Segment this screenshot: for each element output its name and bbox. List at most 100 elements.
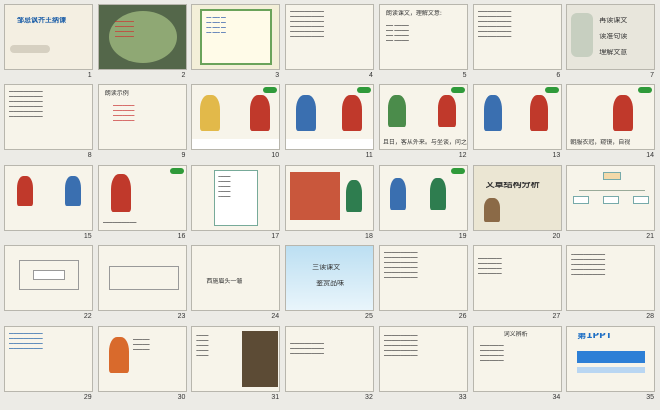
slide-thumbnail[interactable] [472,84,562,151]
slide-cell[interactable]: ━━━━━━━━━━━━━━━━━━━━━━━━━━━━━━━━━━━━━━━━… [285,325,375,406]
slide-number: 29 [83,393,92,401]
slide-cell[interactable]: ━━━━━━━━━━━━━━ 16 [97,164,188,245]
slide-thumbnail[interactable]: 三读课文 鉴赏品味 [285,245,375,312]
slide-cell[interactable]: 邹忌讽齐王纳谏 1 [4,4,94,84]
slide-cell[interactable]: 21 [566,164,656,245]
slide-number: 34 [552,393,561,401]
diagram-node [573,195,590,204]
slide-thumbnail[interactable]: 朗读示例 ━━━━━━━━━ ━━━━━━━━━ ━━━━━━━━━ ━━━━━━━━… [97,84,187,151]
slide-cell[interactable]: ━━━━━━━━━━━━━━━━━━━━━━━━━━━━━━━━━━━━━━━━… [566,245,656,325]
body-text: ━━━ ━━━━━━ ━━━ ━━━━━━ ━━━ ━━━━━━ ━━━ ━━━━━━ [385,23,409,43]
slide-title: 词义辨析 [503,330,528,338]
slide-cell[interactable]: ━━━━━━━━━━━━━━━━━━━━━━━━━━━━━━━━━━━━━━━━… [472,245,563,325]
ppt-logo-icon [450,87,465,94]
slide-thumbnail[interactable]: 邹忌讽齐王纳谏 [4,4,93,70]
slide-thumbnail[interactable]: ━━━━━━━ ━━━━━━━ ━━━━━━━ [97,325,187,392]
slide-number: 18 [365,232,373,240]
slide-cell[interactable]: ━━━━━━━━━━━━━━━━━━━━━━━━━━━━━━━━━━━━━━━━… [4,325,94,406]
slide-thumbnail[interactable]: ━━━━━━━━━━━━━━ ━━━━━━━━━━━━━━ ━━━━━━━━━━━━… [285,4,375,70]
slide-number: 19 [458,232,467,240]
slide-thumbnail[interactable] [4,245,93,312]
slide-thumbnail[interactable]: 朝服衣冠，窥镜，自视 [566,84,656,151]
slide-line-1: 三读课文 [312,264,341,272]
slide-cell[interactable]: ━━━━━━━━━━━━━━━━━━━━━━━━━━━━━━━━━━━━━━━━… [378,245,469,325]
slide-number: 28 [646,313,654,321]
slide-number: 1 [87,72,92,79]
slide-thumbnail[interactable]: 词义辨析 ━━━━━━━━━━ ━━━━━━━━━━ ━━━━━━━━━━ ━━━━━… [472,325,562,392]
slide-thumbnail[interactable]: ━━━━━ ━━━━━ ━━━━━ ━━━━━ ━━━━━ [191,325,281,392]
slide-thumbnail[interactable] [566,164,656,231]
figure-illustration [429,177,446,210]
slide-number: 35 [646,393,654,401]
slide-cell[interactable]: ━━━━━━━━ ━━━━━━━━ ━━━━━━━━ ━━━━━━━━ 2 [97,4,188,84]
slide-cell[interactable]: 西施眉头一皱 24 [191,245,281,325]
slide-thumbnail[interactable]: ━━━━━━━━━━━━━━ ━━━━━━━━━━━━━━ ━━━━━━━━━━━━… [285,325,375,392]
diagram-connector [579,189,646,191]
slide-cell[interactable]: 词义辨析 ━━━━━━━━━━ ━━━━━━━━━━ ━━━━━━━━━━ ━━━━━… [472,325,563,406]
slide-number: 4 [368,72,373,79]
slide-cell[interactable]: ━━━━━━━━━━━━━━━━━━━━━━━━━━━━━━━━━━━━━━━━… [378,325,469,406]
slide-thumbnail[interactable]: ━━━━━━━━━━━━━━ ━━━━━━━━━━━━━━ ━━━━━━━━━━━━… [566,245,656,312]
slide-thumbnail[interactable]: 且日，客从外来。与坐谈，问之 [378,84,468,151]
slide-cell[interactable]: 11 [285,84,375,164]
slide-cell[interactable]: ━━━━━ ━━━━━ ━━━━━ ━━━━━ ━━━━━ 31 [191,325,281,406]
slide-cell[interactable]: 15 [4,164,94,245]
slide-cell[interactable]: ━━━━━━━━━━━━━━━━━━━━━━━━━━━━━━━━━━━━━━━━… [285,4,375,84]
slide-number: 11 [365,152,373,160]
slide-cell[interactable]: 13 [472,84,563,164]
ppt-logo-icon [263,87,278,94]
slide-thumbnail[interactable]: 第1PPT [566,325,656,392]
slide-thumbnail[interactable]: ━━ ━━━ ━━ ━━ ━━━ ━━ ━━ ━━━ ━━ ━━ ━━━ ━━ [191,4,281,70]
slide-number: 13 [552,152,561,160]
slide-thumbnail[interactable] [97,245,187,312]
slide-cell[interactable]: 23 [97,245,188,325]
figure-illustration [17,175,33,206]
poem-text: ━━━━━━━━ ━━━━━━━━ ━━━━━━━━ ━━━━━━━━ [114,19,134,39]
slide-thumbnail[interactable] [378,164,468,231]
slide-thumbnail[interactable] [4,164,93,231]
slide-thumbnail[interactable]: ━━━━━━━━━━━━━━ ━━━━━━━━━━━━━━ ━━━━━━━━━━━━… [4,84,93,151]
slide-line-2: 读准句读 [599,33,628,40]
slide-thumbnail[interactable]: ━━━━━━━━━━━━━━ ━━━━━━━━━━━━━━ ━━━━━━━━━━━━… [472,4,562,70]
slide-cell[interactable]: ━━━━━━━━━━━━━━━━━━━━━━━━━━━━━━━━━━━━━━━━… [4,84,94,164]
slide-thumbnail[interactable]: ━━━━━ ━━━━━ ━━━━━ ━━━━━ ━━━━━ [191,164,281,231]
slide-cell[interactable]: 朗读课文，理解文意: ━━━ ━━━━━━ ━━━ ━━━━━━ ━━━ ━━━━━… [378,4,469,84]
slide-thumbnail[interactable]: 再读课文 读准句读 理解文意 [566,4,656,70]
slide-thumbnail[interactable]: 西施眉头一皱 [191,245,281,312]
slide-number: 15 [83,232,92,240]
slide-cell[interactable]: 18 [285,164,375,245]
slide-cell[interactable]: 第1PPT 35 [566,325,656,406]
slide-cell[interactable]: 朝服衣冠，窥镜，自视 14 [566,84,656,164]
slide-sorter-grid: 邹忌讽齐王纳谏 1 ━━━━━━━━ ━━━━━━━━ ━━━━━━━━ ━━━━━━… [4,4,656,406]
slide-cell[interactable]: 22 [4,245,94,325]
slide-thumbnail[interactable] [285,84,375,151]
slide-thumbnail[interactable]: ━━━━━━━━━━ ━━━━━━━━━━ ━━━━━━━━━━ ━━━━━━━━━━ [472,245,562,312]
slide-title: 第1PPT [577,332,612,340]
slide-thumbnail[interactable] [285,164,375,231]
slide-cell[interactable]: ━━ ━━━ ━━ ━━ ━━━ ━━ ━━ ━━━ ━━ ━━ ━━━ ━━ 3 [191,4,281,84]
slide-cell[interactable]: 文章结构分析 20 [472,164,563,245]
slide-thumbnail[interactable]: ━━━━━━━━━━━━━━ ━━━━━━━━━━━━━━ ━━━━━━━━━━━━… [378,325,468,392]
slide-cell[interactable]: 10 [191,84,281,164]
slide-cell[interactable]: 19 [378,164,469,245]
slide-cell[interactable]: 朗读示例 ━━━━━━━━━ ━━━━━━━━━ ━━━━━━━━━ ━━━━━━━━… [97,84,188,164]
slide-cell[interactable]: ━━━━━ ━━━━━ ━━━━━ ━━━━━ ━━━━━ 17 [191,164,281,245]
slide-number: 2 [181,72,186,79]
slide-cell[interactable]: ━━━━━━━ ━━━━━━━ ━━━━━━━ 30 [97,325,188,406]
slide-cell[interactable]: 且日，客从外来。与坐谈，问之 12 [378,84,469,164]
slide-number: 6 [556,72,561,79]
slide-thumbnail[interactable]: ━━━━━━━━━━━━━━ ━━━━━━━━━━━━━━ ━━━━━━━━━━━━… [4,325,93,392]
slide-thumbnail[interactable]: 朗读课文，理解文意: ━━━ ━━━━━━ ━━━ ━━━━━━ ━━━ ━━━━━… [378,4,468,70]
slide-cell[interactable]: ━━━━━━━━━━━━━━━━━━━━━━━━━━━━━━━━━━━━━━━━… [472,4,563,84]
slide-thumbnail[interactable]: ━━━━━━━━━━━━━━ ━━━━━━━━━━━━━━ ━━━━━━━━━━━━… [378,245,468,312]
slide-cell[interactable]: 三读课文 鉴赏品味 25 [285,245,375,325]
logo-bar [577,350,646,363]
slide-thumbnail[interactable]: ━━━━━━━━━━━━━━ [97,164,187,231]
lotus-icon [571,13,594,57]
slide-number: 9 [181,152,186,160]
slide-cell[interactable]: 再读课文 读准句读 理解文意 7 [566,4,656,84]
body-text: ━━━━━━━ ━━━━━━━ ━━━━━━━ [132,336,150,352]
slide-thumbnail[interactable] [191,84,281,151]
slide-thumbnail[interactable]: ━━━━━━━━ ━━━━━━━━ ━━━━━━━━ ━━━━━━━━ [97,4,187,70]
slide-thumbnail[interactable]: 文章结构分析 [472,164,562,231]
